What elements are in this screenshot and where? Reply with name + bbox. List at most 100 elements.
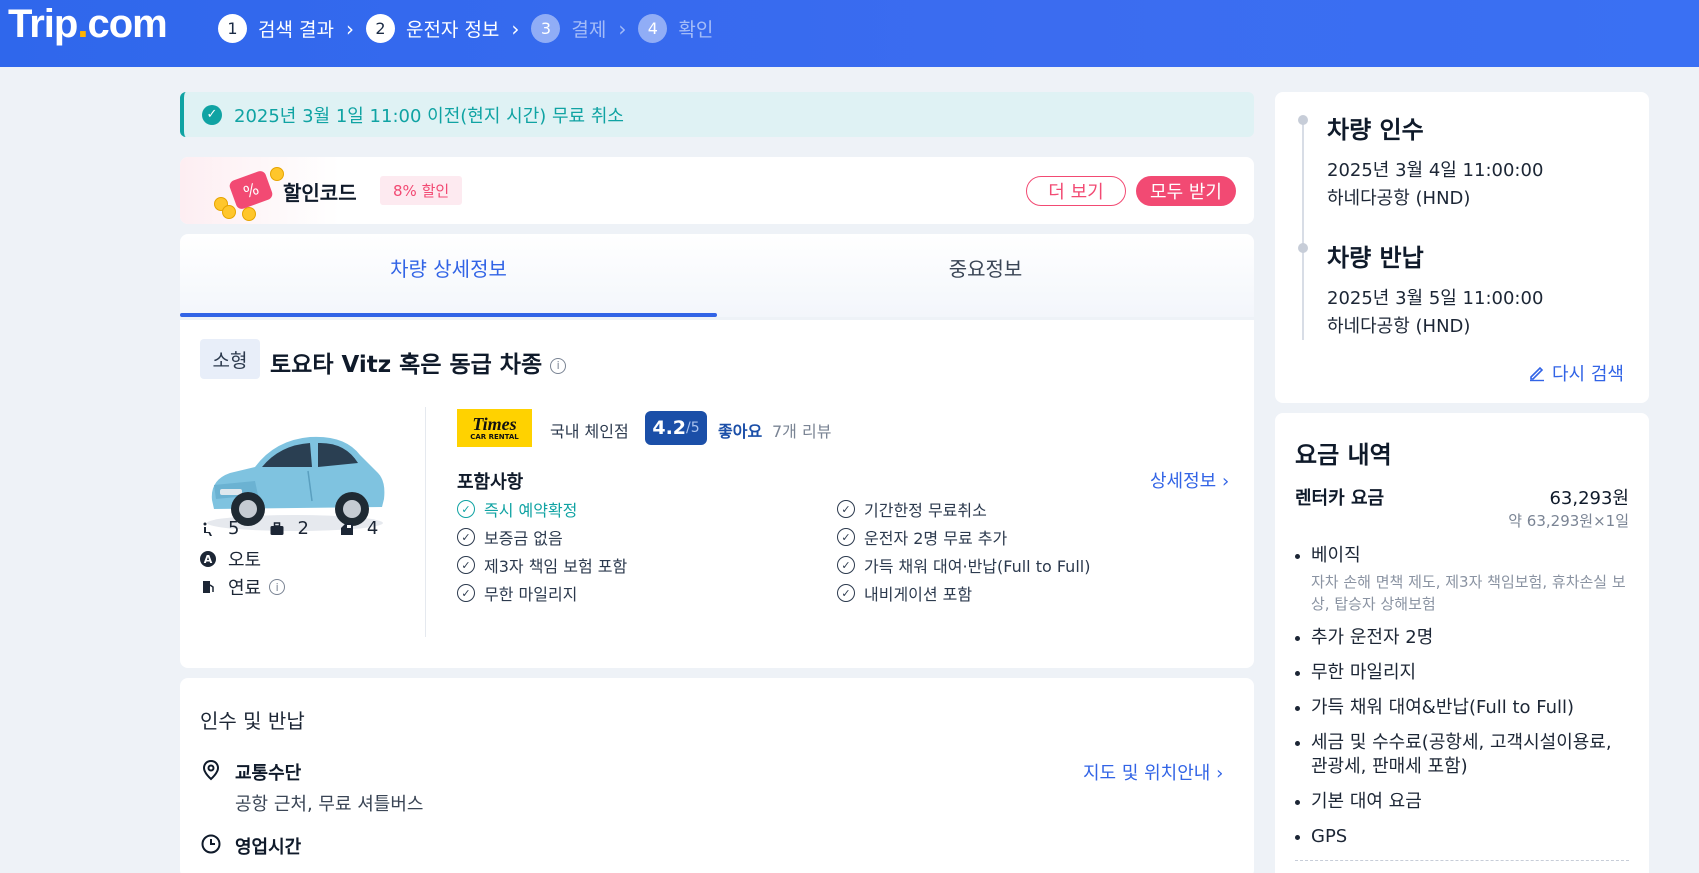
include-item: ✓ 가득 채워 대여·반납(Full to Full)	[837, 553, 1090, 577]
check-icon: ✓	[837, 556, 855, 574]
transport-value: 공항 근처, 무료 셔틀버스	[235, 794, 424, 815]
include-item: ✓ 제3자 책임 보험 포함	[457, 553, 627, 577]
fare-item: 세금 및 수수료(공항세, 고객시설이용료, 관광세, 판매세 포함)	[1295, 731, 1629, 779]
step-number: 1	[218, 14, 247, 43]
chevron-right-icon: ›	[511, 16, 520, 41]
includes-title: 포함사항	[457, 472, 524, 493]
step-number: 4	[638, 14, 668, 43]
fare-item-detail: 자차 손해 면책 제도, 제3자 책임보험, 휴차손실 보상, 탑승자 상해보험	[1311, 573, 1626, 613]
rating-label: 좋아요	[718, 422, 763, 441]
check-icon: ✓	[837, 528, 855, 546]
coupon-bar: % 할인코드 8% 할인 더 보기 모두 받기	[180, 157, 1254, 224]
pickup-datetime: 2025년 3월 4일 11:00:00	[1327, 160, 1544, 181]
check-icon: ✓	[837, 584, 855, 602]
transport-row: 교통수단	[200, 759, 301, 785]
tab-vehicle-details[interactable]: 차량 상세정보	[180, 234, 717, 317]
review-count[interactable]: 7개 리뷰	[772, 418, 831, 442]
top-header: Trip.com 1 검색 결과 › 2 운전자 정보 › 3 결제 › 4 확…	[0, 0, 1699, 67]
map-directions-link[interactable]: 지도 및 위치안내 ›	[1083, 759, 1223, 785]
include-item: ✓ 즉시 예약확정	[457, 497, 577, 521]
info-icon[interactable]: i	[550, 357, 567, 374]
claim-all-button[interactable]: 모두 받기	[1136, 176, 1236, 206]
step-search-results[interactable]: 1 검색 결과	[218, 14, 334, 43]
step-label: 검색 결과	[258, 19, 334, 41]
seats-spec: 5	[200, 518, 239, 539]
hours-label: 영업시간	[235, 837, 302, 858]
fare-items: 베이직 자차 손해 면책 제도, 제3자 책임보험, 휴차손실 보상, 탑승자 …	[1295, 530, 1629, 849]
tab-important-info[interactable]: 중요정보	[717, 234, 1254, 317]
check-icon: ✓	[457, 528, 475, 546]
discount-badge: 8% 할인	[380, 176, 463, 205]
return-heading: 차량 반납	[1327, 244, 1424, 272]
fuel-icon	[203, 581, 214, 593]
check-circle-icon: ✓	[202, 104, 222, 125]
pickup-heading: 차량 인수	[1327, 116, 1424, 144]
automatic-transmission-icon: A	[200, 551, 216, 567]
check-icon: ✓	[457, 584, 475, 602]
coupon-title: 할인코드	[283, 181, 357, 205]
check-icon: ✓	[837, 500, 855, 518]
return-location: 하네다공항 (HND)	[1327, 316, 1471, 337]
return-datetime: 2025년 3월 5일 11:00:00	[1327, 288, 1544, 309]
fare-item: 무한 마일리지	[1295, 661, 1629, 685]
rating-badge: 4.2/5	[645, 411, 707, 445]
capacity-specs: 5 2 4	[200, 518, 408, 539]
transmission-spec: A 오토	[200, 546, 261, 572]
vehicle-card: 소형 토요타 Vitz 혹은 동급 차종 i 5 2 4 A 오토 연료 i T…	[180, 320, 1254, 668]
fare-item: GPS	[1295, 825, 1629, 849]
search-again-link[interactable]: 다시 검색	[1528, 360, 1624, 386]
fare-item: 기본 대여 요금	[1295, 790, 1629, 814]
step-number: 2	[365, 14, 395, 43]
suitcase-icon	[270, 521, 284, 535]
include-item: ✓ 운전자 2명 무료 추가	[837, 525, 1007, 549]
active-tab-indicator	[180, 313, 717, 317]
free-cancellation-notice: ✓ 2025년 3월 1일 11:00 이전(현지 시간) 무료 취소	[180, 92, 1254, 137]
step-label: 확인	[678, 19, 714, 41]
vendor-logo: Times CAR RENTAL	[457, 409, 532, 447]
seat-icon	[203, 522, 212, 536]
chevron-right-icon: ›	[618, 16, 627, 41]
fare-item: 추가 운전자 2명	[1295, 626, 1629, 650]
car-door-icon	[340, 522, 353, 535]
car-name-text: 토요타 Vitz 혹은 동급 차종	[270, 352, 543, 378]
step-number: 3	[531, 14, 561, 43]
include-item: ✓ 내비게이션 포함	[837, 581, 972, 605]
trip-logo[interactable]: Trip.com	[8, 2, 168, 47]
clock-icon	[201, 834, 221, 854]
timeline-dot	[1298, 243, 1308, 253]
discount-tag-icon: %	[228, 169, 274, 211]
hours-row: 영업시간	[200, 833, 301, 859]
rental-fee-per-day: 약 63,293원×1일	[1508, 512, 1629, 530]
info-icon[interactable]: i	[269, 579, 286, 595]
pickup-location: 하네다공항 (HND)	[1327, 188, 1471, 209]
location-pin-icon	[202, 759, 220, 781]
trip-summary-card: 차량 인수 2025년 3월 4일 11:00:00 하네다공항 (HND) 차…	[1275, 92, 1649, 403]
fare-breakdown-card: 요금 내역 렌터카 요금 63,293원 약 63,293원×1일 베이직 자차…	[1275, 413, 1649, 873]
edit-pencil-icon	[1530, 366, 1544, 382]
step-payment: 3 결제	[531, 14, 606, 43]
check-icon: ✓	[457, 556, 475, 574]
pickup-return-card: 인수 및 반납 교통수단 공항 근처, 무료 셔틀버스 지도 및 위치안내 › …	[180, 678, 1254, 873]
luggage-spec: 2	[269, 518, 309, 539]
detail-tabs: 차량 상세정보 중요정보	[180, 234, 1254, 317]
fare-item: 베이직 자차 손해 면책 제도, 제3자 책임보험, 휴차손실 보상, 탑승자 …	[1295, 544, 1629, 615]
car-name: 토요타 Vitz 혹은 동급 차종 i	[270, 345, 567, 379]
step-driver-info: 2 운전자 정보	[365, 14, 500, 43]
timeline-dot	[1298, 115, 1308, 125]
step-label: 운전자 정보	[405, 19, 500, 41]
include-item: ✓ 무한 마일리지	[457, 581, 577, 605]
more-coupons-button[interactable]: 더 보기	[1026, 176, 1126, 206]
car-class-badge: 소형	[200, 339, 260, 379]
fare-item: 가득 채워 대여&반납(Full to Full)	[1295, 696, 1629, 720]
fare-title: 요금 내역	[1295, 441, 1392, 469]
step-label: 결제	[571, 19, 607, 41]
transport-label: 교통수단	[235, 763, 302, 784]
details-link[interactable]: 상세정보 ›	[1150, 467, 1229, 493]
rental-fee-amount: 63,293원	[1549, 488, 1629, 509]
check-icon: ✓	[457, 500, 475, 518]
step-confirm: 4 확인	[638, 14, 713, 43]
doors-spec: 4	[339, 518, 378, 539]
fuel-spec: 연료 i	[200, 574, 286, 600]
include-item: ✓ 보증금 없음	[457, 525, 563, 549]
vendor-type: 국내 체인점	[550, 422, 629, 441]
